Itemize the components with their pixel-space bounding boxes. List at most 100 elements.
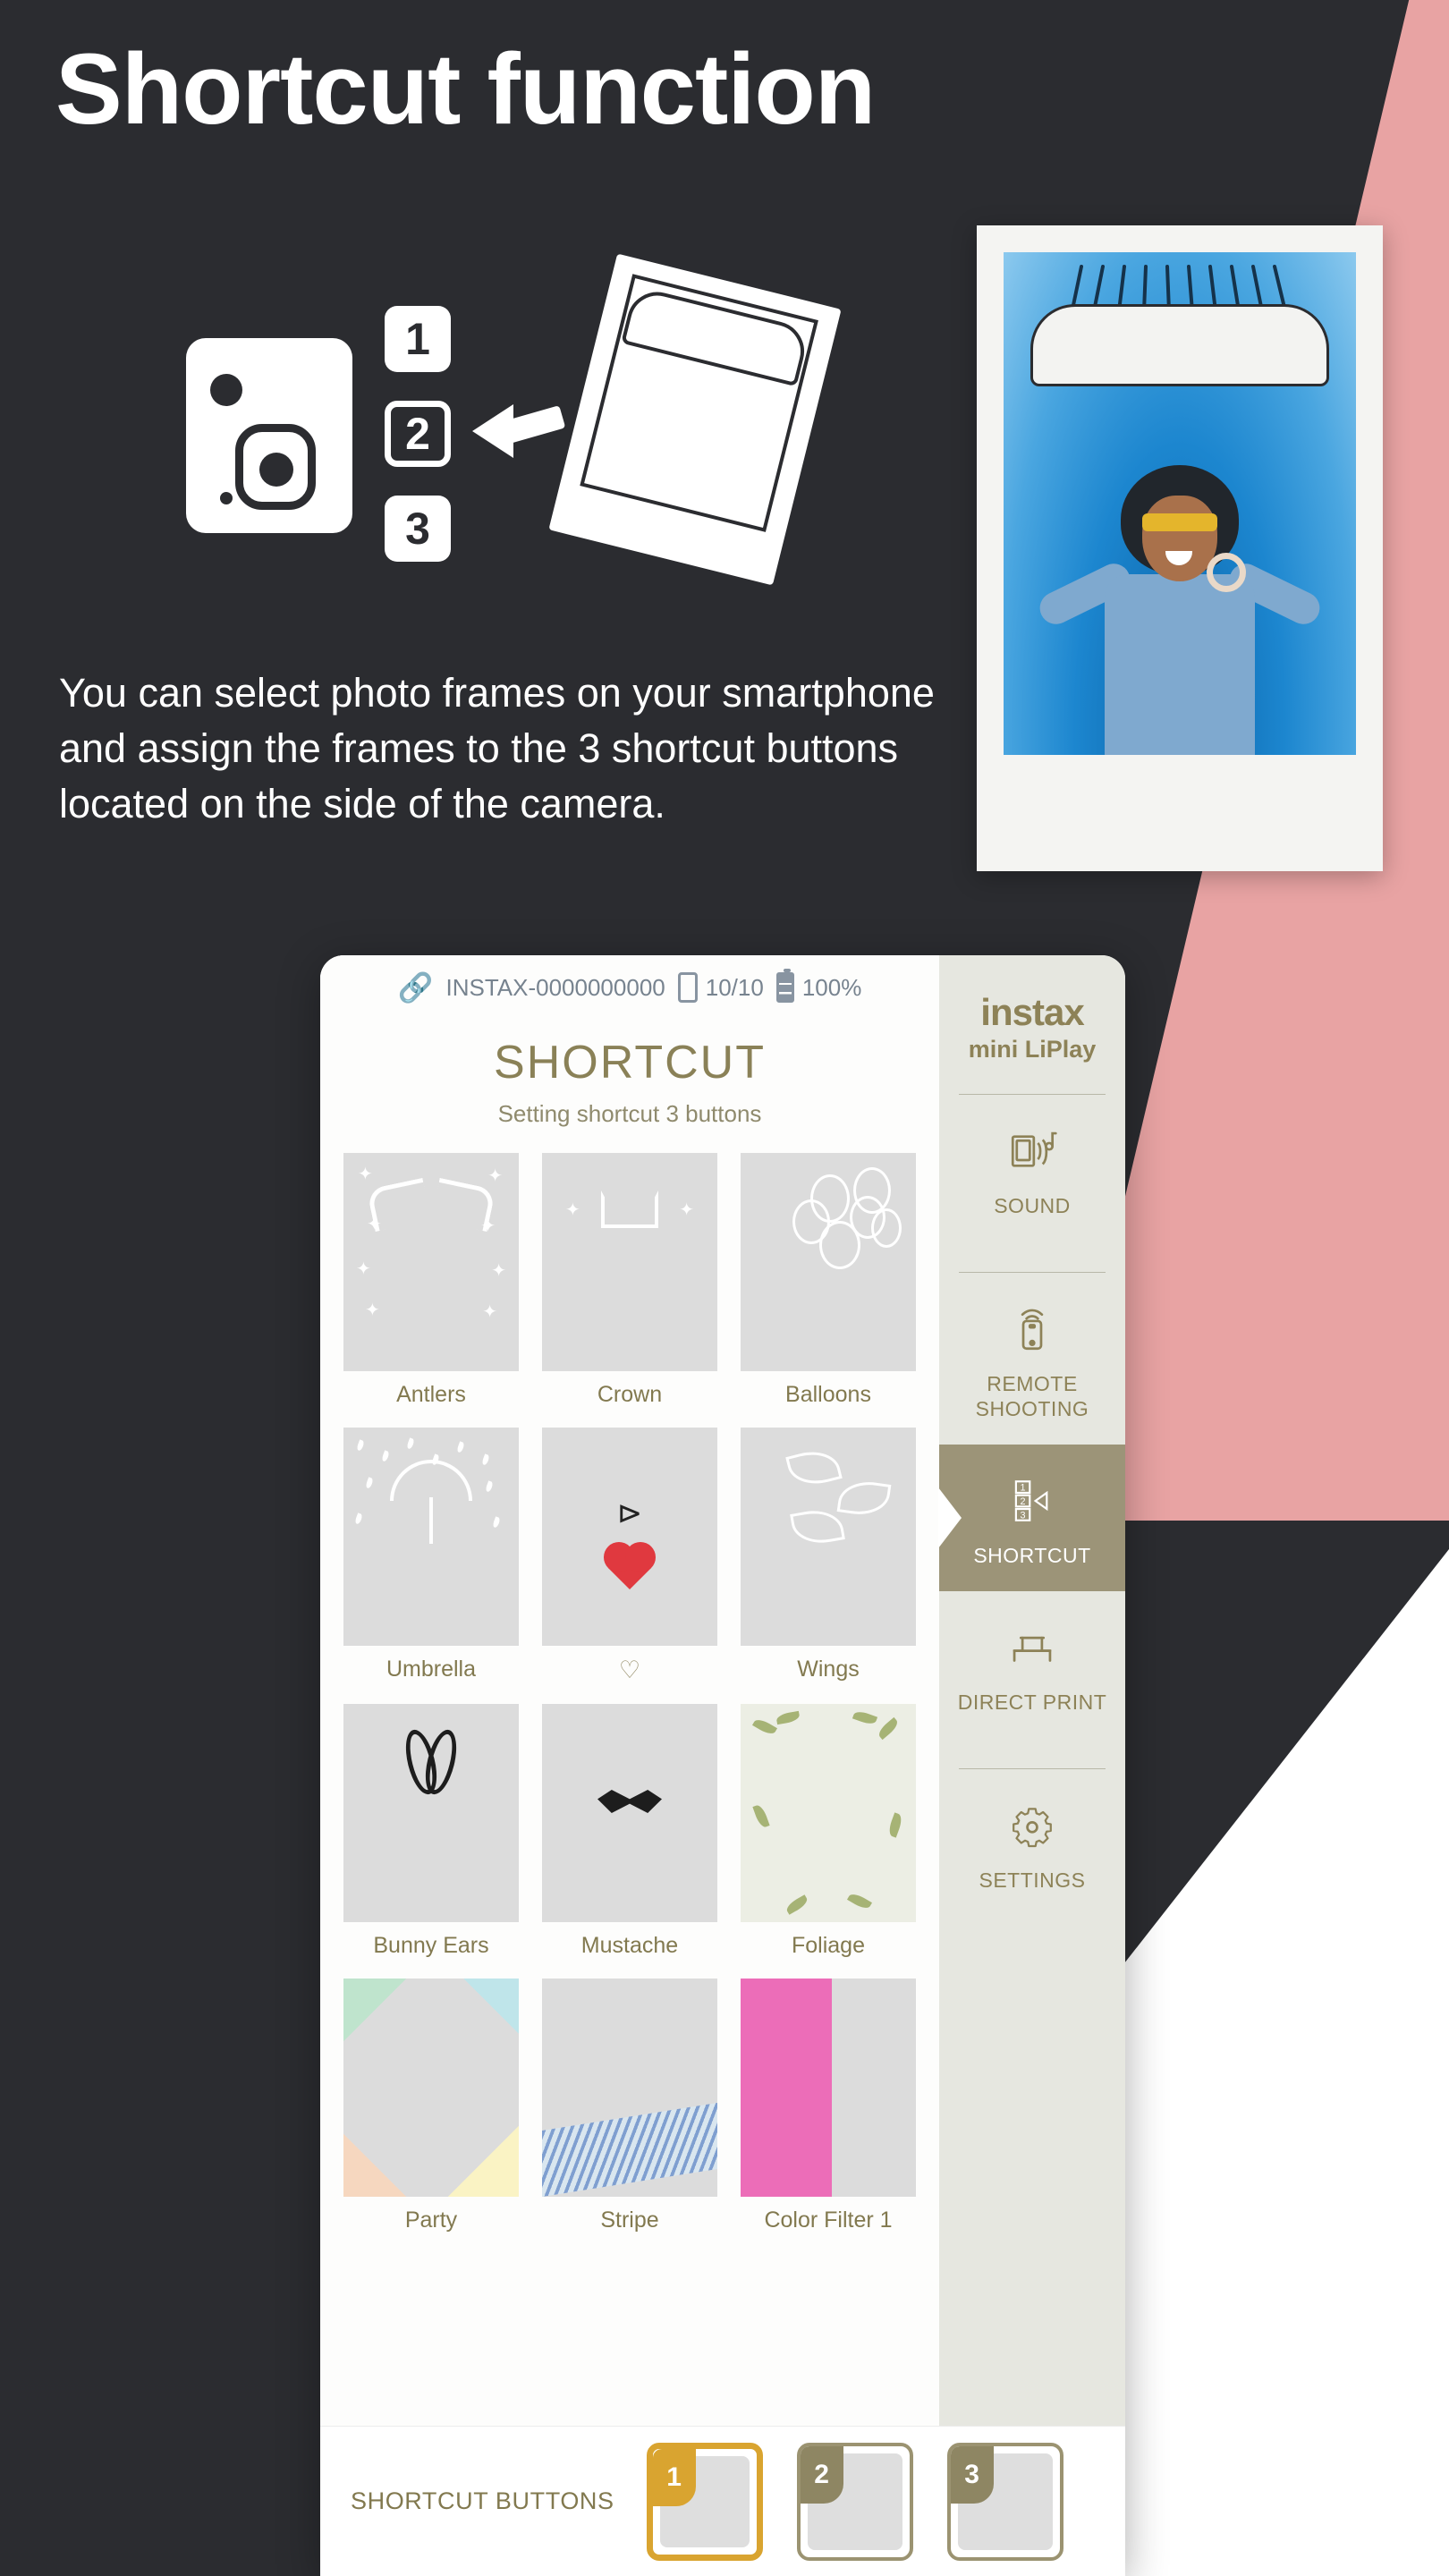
frame-label: Crown <box>597 1382 663 1407</box>
step-number-3: 3 <box>385 496 451 562</box>
battery-label: 100% <box>801 973 862 1001</box>
red-heart-icon <box>607 1546 652 1590</box>
frame-item-umbrella[interactable]: Umbrella <box>343 1428 519 1684</box>
brand-logo: instax mini LiPlay <box>939 955 1125 1063</box>
frame-label: Mustache <box>580 1933 679 1958</box>
camera-small-dot <box>220 492 233 504</box>
step-number-1: 1 <box>385 306 451 372</box>
camera-icon <box>186 338 352 533</box>
frame-label: Bunny Ears <box>373 1933 489 1958</box>
sidebar-item-direct-print[interactable]: DIRECT PRINT <box>939 1591 1125 1738</box>
shortcut-button-2[interactable]: 2 <box>796 2442 913 2561</box>
instax-photo-person <box>1034 460 1326 755</box>
frame-item-bunny-ears[interactable]: Bunny Ears <box>343 1704 519 1959</box>
frame-item-stripe[interactable]: Stripe <box>542 1979 717 2233</box>
instax-print-photo <box>977 225 1383 871</box>
sound-icon <box>1006 1125 1058 1177</box>
app-page-title: SHORTCUT <box>494 1037 766 1089</box>
battery-icon <box>775 969 794 1003</box>
film-count-label: 10/10 <box>705 973 764 1001</box>
instax-photo-image <box>1004 252 1356 755</box>
frame-label: Balloons <box>785 1382 871 1407</box>
direct-print-icon <box>1006 1622 1058 1674</box>
phone-app-screenshot: 🔗 INSTAX-0000000000 10/10 100% SHORTCUT … <box>320 955 1125 2576</box>
frame-thumbnail[interactable] <box>741 1979 916 2197</box>
shortcut-button-3[interactable]: 3 <box>946 2442 1063 2561</box>
sidebar-item-sound[interactable]: SOUND <box>939 1095 1125 1241</box>
frame-thumbnail[interactable]: ⊳ <box>542 1428 717 1646</box>
frame-item-balloons[interactable]: Balloons <box>741 1153 916 1408</box>
frame-thumbnail[interactable] <box>741 1153 916 1371</box>
frame-label: ♡ <box>618 1657 641 1683</box>
device-name: INSTAX-0000000000 <box>445 973 665 1001</box>
svg-text:3: 3 <box>1021 1511 1026 1521</box>
sidebar-item-settings[interactable]: SETTINGS <box>939 1769 1125 1916</box>
shortcut-button-number: 2 <box>800 2445 843 2504</box>
shortcut-button-number: 1 <box>652 2448 696 2506</box>
svg-text:2: 2 <box>1021 1496 1026 1507</box>
frame-thumbnail[interactable] <box>741 1428 916 1646</box>
shortcut-button-list: 1 2 3 <box>646 2442 1063 2561</box>
page-title: Shortcut function <box>55 33 876 145</box>
svg-text:1: 1 <box>1021 1483 1026 1494</box>
shortcut-buttons-bar: SHORTCUT BUTTONS 1 2 3 <box>320 2426 1125 2576</box>
sidebar-item-label: REMOTE SHOOTING <box>975 1372 1089 1421</box>
frame-label: Foliage <box>792 1933 865 1958</box>
slingshot-icon: ⊳ <box>616 1496 643 1530</box>
film-count-icon <box>677 972 698 1003</box>
shortcut-buttons-title: SHORTCUT BUTTONS <box>351 2487 614 2514</box>
frame-thumbnail[interactable] <box>343 1428 519 1646</box>
frame-thumbnail[interactable] <box>542 1979 717 2197</box>
frame-label: Color Filter 1 <box>764 2207 893 2233</box>
sidebar-item-shortcut[interactable]: 1 2 3 SHORTCUT <box>939 1445 1125 1592</box>
frame-item-heart[interactable]: ⊳ ♡ <box>542 1428 717 1684</box>
sidebar-item-label: DIRECT PRINT <box>957 1690 1107 1715</box>
brand-name: instax <box>980 991 1084 1033</box>
frame-thumbnail[interactable] <box>542 1704 717 1922</box>
app-page-subtitle: Setting shortcut 3 buttons <box>497 1100 762 1127</box>
shortcut-button-number: 3 <box>950 2445 994 2504</box>
instax-photo-banner <box>1030 304 1329 386</box>
frame-thumbnail[interactable] <box>343 1979 519 2197</box>
frame-label: Umbrella <box>386 1657 477 1682</box>
bluetooth-icon: 🔗 <box>397 971 434 1004</box>
camera-lens-dot <box>259 453 293 487</box>
page-description: You can select photo frames on your smar… <box>59 670 935 827</box>
frame-item-wings[interactable]: Wings <box>741 1428 916 1684</box>
camera-viewfinder-dot <box>210 374 242 406</box>
frame-label: Party <box>404 2207 458 2233</box>
shortcut-button-1[interactable]: 1 <box>646 2442 763 2561</box>
brand-model: mini LiPlay <box>968 1036 1097 1063</box>
frame-label: Stripe <box>600 2207 659 2233</box>
hero-section: Shortcut function <box>0 0 1449 144</box>
frame-item-mustache[interactable]: Mustache <box>542 1704 717 1959</box>
app-sidebar: instax mini LiPlay SOUND REMOTE SHOOTING… <box>939 955 1125 2426</box>
app-main-panel: 🔗 INSTAX-0000000000 10/10 100% SHORTCUT … <box>320 955 939 2426</box>
sidebar-item-label: SETTINGS <box>979 1868 1086 1893</box>
remote-shooting-icon <box>1006 1303 1058 1355</box>
frame-item-party[interactable]: Party <box>343 1979 519 2233</box>
app-statusbar: 🔗 INSTAX-0000000000 10/10 100% <box>320 955 939 1020</box>
frame-label: Wings <box>797 1657 860 1682</box>
frame-item-color-filter-1[interactable]: Color Filter 1 <box>741 1979 916 2233</box>
frame-thumbnail[interactable] <box>343 1704 519 1922</box>
film-count: 10/10 <box>677 972 764 1003</box>
sidebar-item-remote-shooting[interactable]: REMOTE SHOOTING <box>939 1273 1125 1445</box>
photo-frame-card <box>548 253 842 586</box>
sidebar-item-label: SHORTCUT <box>973 1544 1091 1568</box>
frame-thumbnail[interactable] <box>741 1704 916 1922</box>
frame-thumbnail[interactable]: ✦ ✦ ✦ ✦ ✦ ✦ ✦ ✦ <box>343 1153 519 1371</box>
frame-label: Antlers <box>396 1382 466 1407</box>
frame-grid: ✦ ✦ ✦ ✦ ✦ ✦ ✦ ✦ Antlers ✦ ✦ Crown Balloo… <box>343 1153 916 2233</box>
frame-item-crown[interactable]: ✦ ✦ Crown <box>542 1153 717 1408</box>
step-number-2: 2 <box>385 401 451 467</box>
frame-item-antlers[interactable]: ✦ ✦ ✦ ✦ ✦ ✦ ✦ ✦ Antlers <box>343 1153 519 1408</box>
shortcut-illustration: 1 2 3 <box>0 253 948 617</box>
frame-thumbnail[interactable]: ✦ ✦ <box>542 1153 717 1371</box>
assign-arrow-icon <box>472 404 513 458</box>
battery-status: 100% <box>775 969 862 1003</box>
shortcut-123-icon: 1 2 3 <box>1006 1475 1058 1527</box>
gear-icon <box>1006 1800 1058 1852</box>
sidebar-item-label: SOUND <box>994 1194 1071 1217</box>
frame-item-foliage[interactable]: Foliage <box>741 1704 916 1959</box>
